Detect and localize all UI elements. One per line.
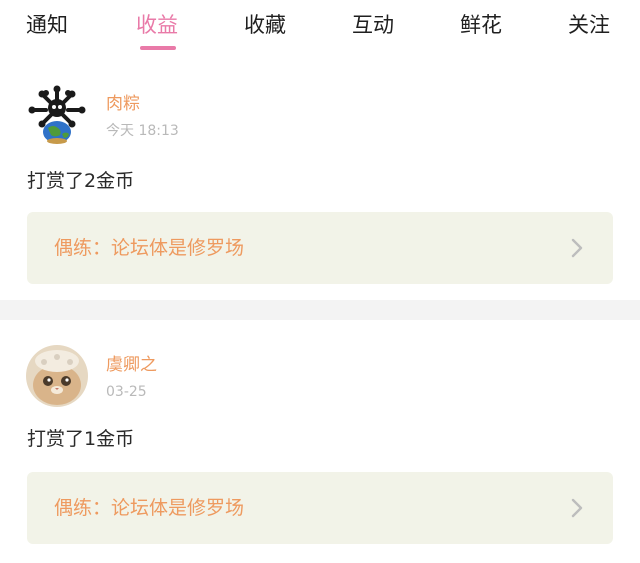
username[interactable]: 虞卿之 [106, 354, 157, 376]
cat-avatar-icon [26, 345, 88, 407]
avatar[interactable] [26, 84, 88, 146]
tab-interactions[interactable]: 互动 [352, 11, 394, 39]
post-title: 偶练：论坛体是修罗场 [54, 237, 245, 259]
list-item: 虞卿之 03-25 打赏了1金币 偶练：论坛体是修罗场 [0, 320, 640, 563]
earth-bones-avatar-icon [26, 84, 88, 146]
tab-notifications[interactable]: 通知 [26, 11, 68, 39]
chevron-right-icon [571, 238, 583, 258]
active-tab-indicator [140, 46, 176, 50]
avatar[interactable] [26, 345, 88, 407]
post-reference-card[interactable]: 偶练：论坛体是修罗场 [27, 472, 613, 544]
username[interactable]: 肉粽 [106, 93, 140, 115]
tab-earnings[interactable]: 收益 [136, 11, 178, 39]
section-divider [0, 300, 640, 320]
chevron-right-icon [571, 498, 583, 518]
reward-text: 打赏了2金币 [27, 170, 135, 192]
tab-flowers[interactable]: 鲜花 [460, 11, 502, 39]
post-title: 偶练：论坛体是修罗场 [54, 497, 245, 519]
tab-bar: 通知 收益 收藏 互动 鲜花 关注 [0, 0, 640, 62]
tab-favorites[interactable]: 收藏 [244, 11, 286, 39]
list-item: 肉粽 今天 18:13 打赏了2金币 偶练：论坛体是修罗场 [0, 62, 640, 300]
post-reference-card[interactable]: 偶练：论坛体是修罗场 [27, 212, 613, 284]
timestamp: 今天 18:13 [106, 123, 179, 139]
timestamp: 03-25 [106, 384, 147, 400]
reward-text: 打赏了1金币 [27, 428, 135, 450]
tab-following[interactable]: 关注 [568, 11, 610, 39]
